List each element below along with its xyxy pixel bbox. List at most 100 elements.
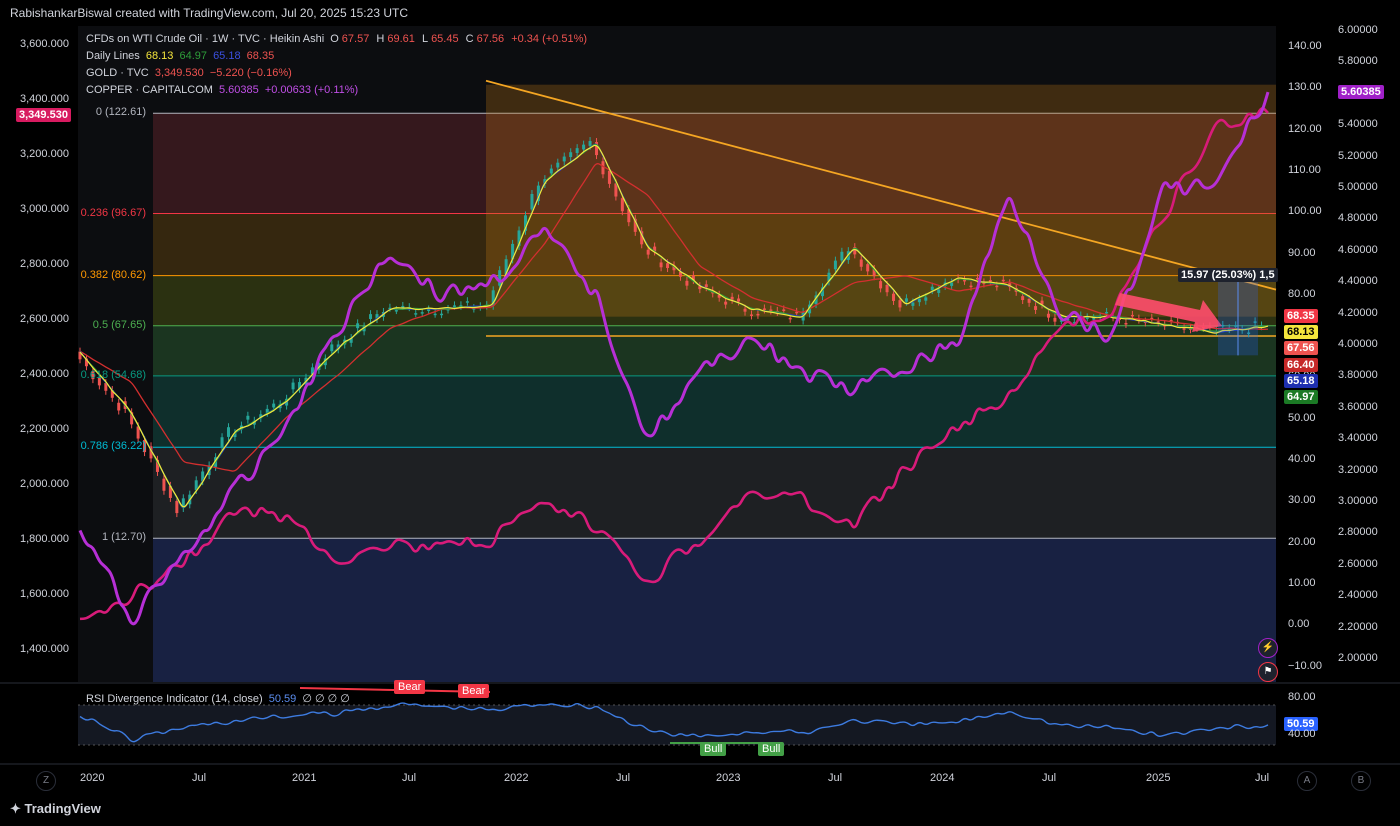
time-tick: Jul xyxy=(1042,772,1057,784)
oil-candle xyxy=(704,284,708,288)
oil-candle xyxy=(162,478,166,491)
time-tick: 2024 xyxy=(930,772,955,784)
gold-price-tag: 3,349.530 xyxy=(16,108,71,122)
gold-tick: 2,000.000 xyxy=(20,478,69,490)
oil-candle xyxy=(562,156,566,162)
oil-candle xyxy=(898,300,902,308)
rsi-band xyxy=(78,705,1276,745)
copper-tick: 2.40000 xyxy=(1338,589,1378,602)
logo-icon: ✦ xyxy=(10,801,25,816)
gold-tick: 3,400.000 xyxy=(20,93,69,105)
oil-tick: 40.00 xyxy=(1288,453,1316,465)
oil-candle xyxy=(782,309,786,311)
oil-candle xyxy=(227,427,230,437)
fib-zone-4 xyxy=(153,375,1276,448)
legend-main[interactable]: CFDs on WTI Crude Oil · 1W · TVC · Heiki… xyxy=(86,33,590,45)
oil-candle xyxy=(1001,279,1005,282)
oil-candle xyxy=(1046,313,1050,318)
oil-candle xyxy=(995,285,999,288)
oil-candle xyxy=(646,249,650,255)
copper-tick: 2.00000 xyxy=(1338,652,1378,664)
oil-candle xyxy=(937,289,941,293)
oil-candle xyxy=(833,260,837,270)
oil-candle xyxy=(762,308,766,310)
copper-tick: 4.40000 xyxy=(1338,275,1378,288)
oil-candle xyxy=(569,152,573,158)
zoom-button[interactable]: Z xyxy=(36,771,56,791)
oil-candle xyxy=(175,500,179,514)
copper-tick: 3.40000 xyxy=(1338,432,1378,445)
oil-tick: 120.00 xyxy=(1288,122,1322,135)
legend-daily-lines[interactable]: Daily Lines 68.13 64.97 65.18 68.35 xyxy=(86,50,277,62)
credit-text: RabishankarBiswal created with TradingVi… xyxy=(10,6,408,20)
copper-tick: 3.60000 xyxy=(1338,400,1378,413)
legend-gold[interactable]: GOLD · TVC 3,349.530 −5.220 (−0.16%) xyxy=(86,67,295,79)
oil-candle xyxy=(969,285,973,288)
time-tick: Jul xyxy=(402,772,417,784)
copper-tick: 3.20000 xyxy=(1338,463,1378,476)
copper-tick: 4.20000 xyxy=(1338,306,1378,319)
oil-candle xyxy=(1034,306,1038,310)
oil-candle xyxy=(620,198,624,212)
oil-candle xyxy=(246,415,250,420)
log-scale-button[interactable]: B xyxy=(1351,771,1371,791)
chart-frame: RabishankarBiswal created with TradingVi… xyxy=(0,0,1400,826)
legend-main-title: CFDs on WTI Crude Oil · 1W · TVC · Heiki… xyxy=(86,33,325,45)
oil-candle xyxy=(917,298,921,303)
lightning-icon[interactable]: ⚡ xyxy=(1258,638,1278,658)
time-tick: 2025 xyxy=(1146,772,1171,784)
gold-tick: 2,400.000 xyxy=(20,368,69,380)
oil-tag-6: 64.97 xyxy=(1284,390,1318,404)
oil-candle xyxy=(1124,323,1128,325)
time-tick: 2022 xyxy=(504,772,529,784)
oil-tag-5: 65.18 xyxy=(1284,374,1318,388)
oil-candle xyxy=(892,293,896,301)
oil-candle xyxy=(369,314,373,319)
copper-tick: 2.80000 xyxy=(1338,526,1378,539)
copper-tick: 5.00000 xyxy=(1338,181,1378,193)
oil-tick: 130.00 xyxy=(1288,81,1322,94)
auto-scale-button[interactable]: A xyxy=(1297,771,1317,791)
oil-candle xyxy=(420,312,424,314)
fib-label: 0 (122.61) xyxy=(95,106,146,119)
oil-tag-3: 67.56 xyxy=(1284,341,1318,355)
oil-candle xyxy=(1021,296,1025,301)
oil-candle xyxy=(588,141,592,146)
rsi-legend[interactable]: RSI Divergence Indicator (14, close) 50.… xyxy=(86,692,353,705)
oil-tick: 10.00 xyxy=(1288,576,1316,589)
oil-candle xyxy=(904,298,908,302)
time-tick: Jul xyxy=(192,772,207,784)
bull-signal-1: Bull xyxy=(700,742,727,756)
oil-candle xyxy=(433,313,437,316)
oil-candle xyxy=(582,144,586,150)
oil-candle xyxy=(737,298,741,302)
oil-candle xyxy=(840,251,844,261)
oil-candle xyxy=(607,170,611,184)
oil-tick: 50.00 xyxy=(1288,411,1316,424)
oil-candle xyxy=(1130,314,1134,317)
oil-candle xyxy=(1105,311,1109,314)
bull-signal-2: Bull xyxy=(758,742,785,756)
oil-candle xyxy=(394,310,398,312)
oil-tick: 100.00 xyxy=(1288,205,1322,218)
copper-price-tag: 5.60385 xyxy=(1338,85,1384,99)
fib-zone-6 xyxy=(153,538,1276,682)
oil-tick: 30.00 xyxy=(1288,494,1316,507)
copper-tick: 4.60000 xyxy=(1338,243,1378,256)
oil-candle xyxy=(356,323,360,329)
oil-candle xyxy=(749,314,753,316)
gold-tick: 1,400.000 xyxy=(20,643,69,655)
oil-candle xyxy=(549,168,553,174)
gold-tick: 3,000.000 xyxy=(20,203,69,215)
legend-copper[interactable]: COPPER · CAPITALCOM 5.60385 +0.00633 (+0… xyxy=(86,84,361,96)
oil-tag-2: 68.13 xyxy=(1284,325,1318,339)
oil-candle xyxy=(575,148,579,153)
oil-candle xyxy=(1182,328,1186,330)
oil-candle xyxy=(401,305,405,308)
oil-candle xyxy=(866,264,870,272)
copper-tick: 5.20000 xyxy=(1338,149,1378,162)
oil-candle xyxy=(414,313,418,315)
oil-candle xyxy=(272,403,276,408)
flag-icon[interactable]: ⚑ xyxy=(1258,662,1278,682)
measure-label: 15.97 (25.03%) 1,5 xyxy=(1178,268,1278,282)
